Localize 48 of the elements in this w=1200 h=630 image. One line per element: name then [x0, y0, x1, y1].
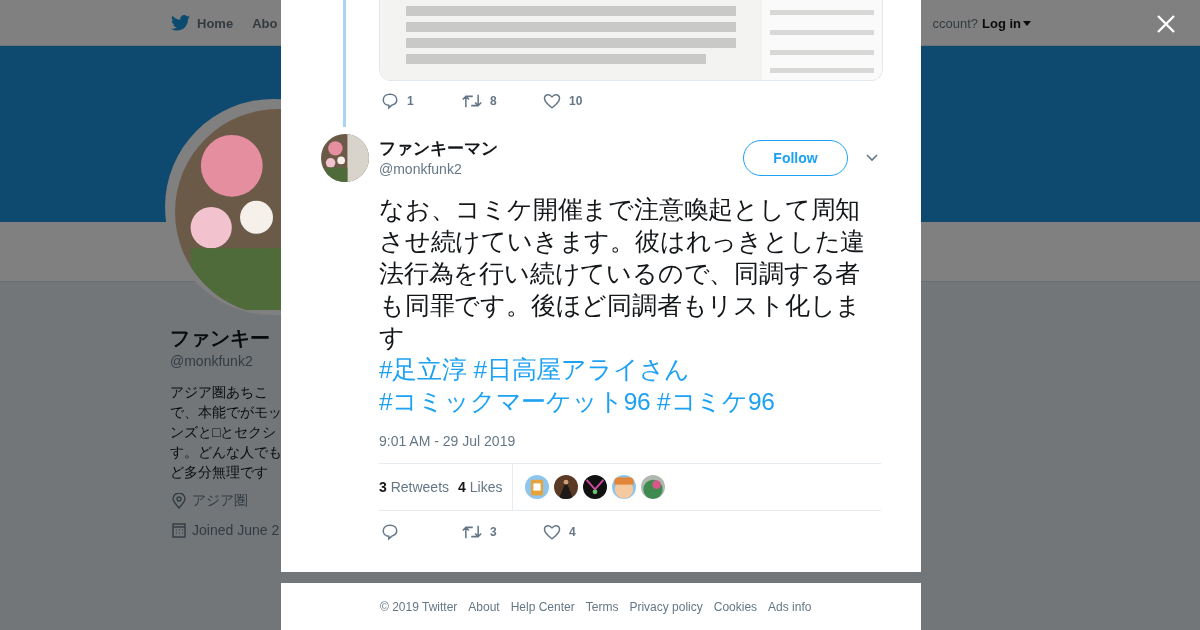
follow-button[interactable]: Follow	[743, 140, 848, 176]
author-name: ファンキーマン	[379, 138, 499, 160]
profile-handle: @monkfunk2	[170, 352, 253, 370]
retweet-icon[interactable]	[462, 523, 482, 541]
retweet-icon[interactable]	[462, 92, 482, 110]
reply-count: 1	[407, 94, 414, 108]
bio-line: ンズと□とセクシ	[170, 423, 278, 442]
footer-link[interactable]: Help Center	[510, 600, 575, 614]
footer-link[interactable]: Privacy policy	[629, 600, 703, 614]
bio-line: で、本能でがモッ	[170, 403, 282, 422]
retweets-stat[interactable]: 3 Retweets	[379, 479, 450, 495]
footer-link[interactable]: Terms	[585, 600, 619, 614]
likes-stat[interactable]: 4 Likes	[458, 479, 503, 495]
hashtag-link[interactable]: #コミケ96	[657, 388, 775, 415]
like-count: 10	[569, 94, 583, 108]
bio-line: アジア圏あちこ	[170, 383, 269, 402]
bio-line: す。どんな人でも	[170, 443, 282, 462]
caret-icon	[1023, 20, 1031, 26]
author-handle: @monkfunk2	[379, 160, 463, 178]
login-prompt: ccount?	[932, 15, 978, 31]
footer-link[interactable]: Cookies	[713, 600, 758, 614]
chevron-down-icon[interactable]	[866, 154, 878, 162]
like-count: 4	[569, 525, 576, 539]
copyright-text: © 2019 Twitter	[380, 600, 458, 614]
tweet-text: なお、コミケ開催まで注意喚起として周知させ続けていきます。彼はれっきとした違法行為を行い続けているので、同調する者も同罪です。後ほど同調者もリスト化します #足立淳 #日高屋アライさん #コミックマーケット96 #コミケ96	[379, 195, 867, 417]
footer-link[interactable]: About	[468, 600, 500, 614]
profile-joined-date: Joined June 2	[192, 522, 280, 538]
login-link[interactable]: Log in	[982, 15, 1031, 31]
reply-icon[interactable]	[381, 92, 399, 110]
profile-location: アジア圏	[192, 492, 248, 510]
nav-link[interactable]: Abo	[252, 15, 278, 31]
nav-link[interactable]: Home	[171, 15, 234, 31]
retweet-count: 3	[490, 525, 497, 539]
footer-link[interactable]: Ads info	[768, 600, 812, 614]
heart-icon[interactable]	[543, 92, 561, 110]
calendar-icon	[172, 522, 186, 538]
profile-name: ファンキー	[170, 326, 270, 351]
heart-icon[interactable]	[543, 523, 561, 541]
bio-line: ど多分無理です	[170, 463, 269, 482]
location-icon	[172, 493, 186, 509]
hashtag-link[interactable]: #コミックマーケット96	[379, 388, 651, 415]
bird-icon	[171, 15, 190, 31]
hashtag-link[interactable]: #足立淳	[379, 356, 467, 383]
reply-icon[interactable]	[381, 523, 399, 541]
tweet-timestamp: 9:01 AM - 29 Jul 2019	[379, 432, 517, 450]
close-icon[interactable]	[1157, 15, 1175, 33]
retweet-count: 8	[490, 94, 497, 108]
hashtag-link[interactable]: #日高屋アライさん	[473, 356, 691, 383]
